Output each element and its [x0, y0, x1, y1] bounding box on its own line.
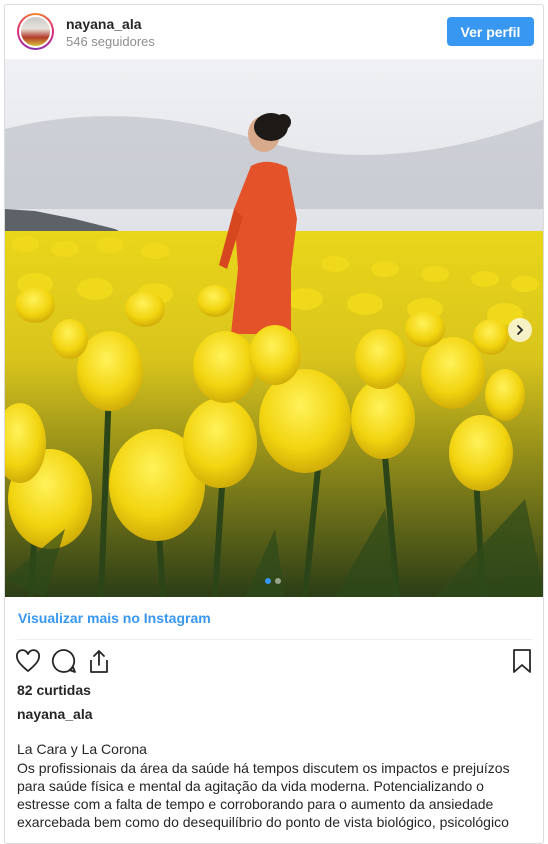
action-bar: [5, 645, 543, 685]
caption-line: para saúde física e mental da agitação d…: [17, 778, 484, 794]
post-photo[interactable]: [5, 59, 543, 597]
carousel-dot-1: [265, 578, 271, 584]
caption-title: La Cara y La Corona: [17, 741, 147, 757]
avatar[interactable]: [19, 15, 52, 48]
instagram-embed-card: nayana_ala 546 seguidores Ver perfil Vis…: [4, 4, 544, 844]
caption-username[interactable]: nayana_ala: [17, 706, 93, 722]
likes-count[interactable]: 82 curtidas: [17, 682, 91, 698]
view-profile-button[interactable]: Ver perfil: [447, 17, 534, 46]
caption-line: exarcebada bem como do desequilíbrio do …: [17, 814, 509, 830]
caption-line: estresse com a falta de tempo e corrobor…: [17, 796, 494, 812]
share-icon[interactable]: [85, 647, 113, 675]
caption-text: Os profissionais da área da saúde há tem…: [17, 759, 539, 831]
tulip-field-photo: [5, 59, 543, 597]
followers-count: 546 seguidores: [66, 34, 155, 49]
carousel-dot-2: [275, 578, 281, 584]
post-header: nayana_ala 546 seguidores Ver perfil: [5, 5, 543, 59]
comment-icon[interactable]: [50, 647, 78, 675]
view-more-on-instagram-link[interactable]: Visualizar mais no Instagram: [18, 610, 211, 626]
carousel-next-button[interactable]: [508, 318, 532, 342]
bookmark-icon[interactable]: [508, 647, 536, 675]
caption-line: Os profissionais da área da saúde há tem…: [17, 760, 510, 776]
carousel-dots: [265, 578, 281, 584]
heart-icon[interactable]: [14, 647, 42, 675]
header-username[interactable]: nayana_ala: [66, 16, 142, 32]
chevron-right-icon: [514, 324, 526, 336]
divider: [17, 639, 533, 640]
avatar-ring[interactable]: [17, 13, 54, 50]
